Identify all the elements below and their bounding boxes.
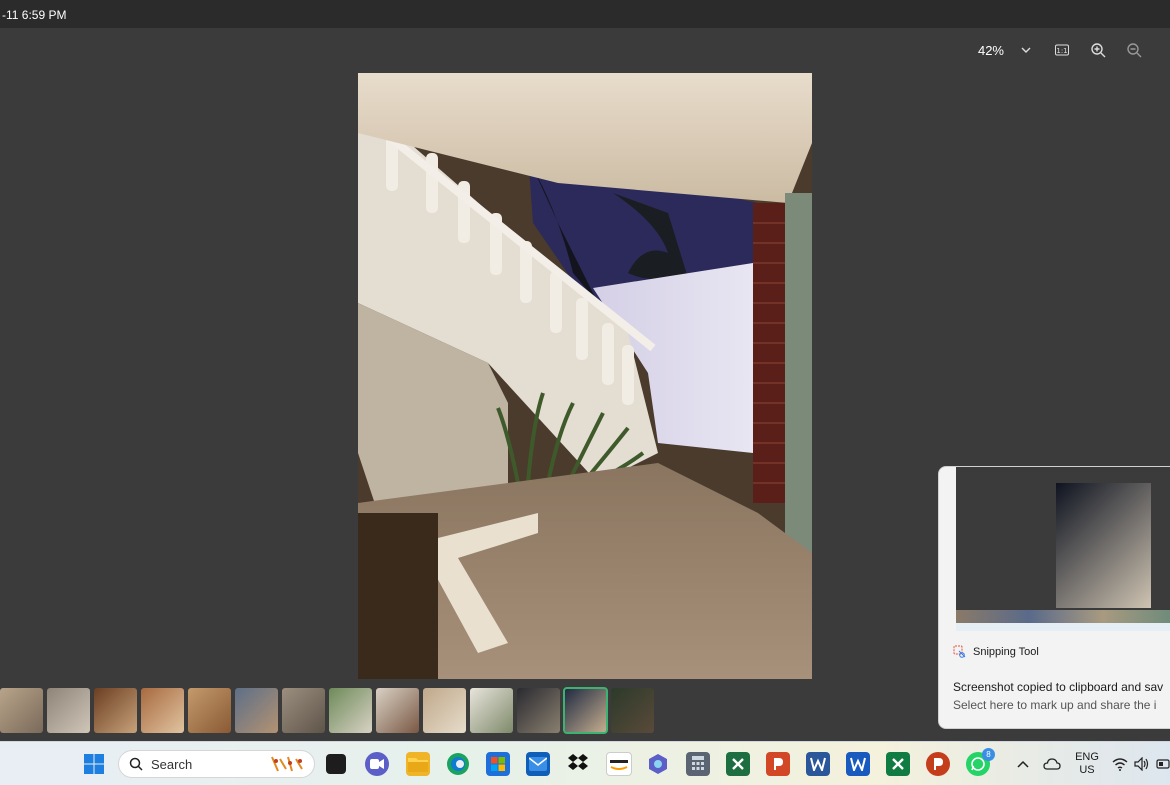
amazon-icon	[610, 760, 628, 770]
main-photo[interactable]	[358, 73, 812, 679]
word-button-2[interactable]	[846, 752, 870, 776]
chevron-up-icon[interactable]	[1016, 758, 1030, 770]
dropbox-button[interactable]	[566, 752, 590, 776]
windows-icon	[84, 754, 104, 774]
chevron-down-icon	[1021, 47, 1031, 53]
notification-app: Snipping Tool	[953, 645, 1039, 659]
zoom-dropdown-button[interactable]	[1012, 36, 1040, 64]
filmstrip-thumb[interactable]	[376, 688, 419, 733]
filmstrip-thumb[interactable]	[517, 688, 560, 733]
amazon-button[interactable]	[606, 752, 632, 776]
screenshot-preview	[956, 467, 1170, 631]
copilot-icon	[649, 754, 667, 774]
whatsapp-unread-badge: 8	[982, 748, 995, 761]
language-region: US	[1079, 764, 1095, 776]
excel-icon	[732, 758, 744, 770]
start-button[interactable]	[82, 752, 106, 776]
filmstrip-thumb[interactable]	[329, 688, 372, 733]
store-icon	[491, 757, 505, 771]
snipping-tool-icon	[953, 645, 966, 658]
zoom-in-button[interactable]	[1084, 36, 1112, 64]
camera-icon	[370, 759, 384, 769]
task-view-button[interactable]	[326, 754, 346, 774]
search-highlight-icon	[271, 756, 303, 772]
word-icon	[850, 757, 866, 771]
word-button[interactable]	[806, 752, 830, 776]
filmstrip-thumb[interactable]	[141, 688, 184, 733]
svg-text:1:1: 1:1	[1056, 47, 1067, 55]
excel-button-2[interactable]	[886, 752, 910, 776]
more-toolbar-button[interactable]	[1156, 36, 1170, 64]
filmstrip-thumb[interactable]	[423, 688, 466, 733]
wifi-icon[interactable]	[1112, 757, 1128, 771]
snipping-tool-notification[interactable]: Snipping Tool Screenshot copied to clipb…	[938, 466, 1170, 729]
taskbar-search[interactable]: Search	[118, 750, 315, 778]
notification-subtext: Select here to mark up and share the i	[953, 698, 1157, 712]
meet-app-button[interactable]	[365, 752, 389, 776]
mail-button[interactable]	[526, 752, 550, 776]
zoom-out-icon	[1127, 43, 1142, 58]
word-icon	[810, 757, 826, 771]
one-to-one-icon: 1:1	[1055, 44, 1069, 56]
photo-staircase-image	[358, 73, 812, 679]
battery-icon[interactable]	[1156, 758, 1170, 770]
notification-message: Screenshot copied to clipboard and sav	[953, 680, 1164, 694]
mail-icon	[529, 757, 547, 771]
search-icon	[129, 757, 143, 771]
filmstrip-thumb-active[interactable]	[563, 687, 608, 734]
zoom-level[interactable]: 42%	[978, 43, 1004, 58]
calculator-icon	[692, 756, 704, 770]
store-button[interactable]	[486, 752, 510, 776]
filmstrip-thumb[interactable]	[235, 688, 278, 733]
zoom-toolbar: 42% 1:1	[978, 36, 1170, 64]
language-code: ENG	[1075, 751, 1099, 763]
excel-icon	[892, 758, 904, 770]
calculator-button[interactable]	[686, 752, 710, 776]
file-explorer-button[interactable]	[406, 752, 430, 776]
zoom-out-button[interactable]	[1120, 36, 1148, 64]
dropbox-icon	[568, 754, 588, 770]
filmstrip-thumb[interactable]	[47, 688, 90, 733]
folder-icon	[408, 758, 428, 772]
search-placeholder: Search	[151, 756, 193, 772]
filmstrip-thumb[interactable]	[282, 688, 325, 733]
excel-button[interactable]	[726, 752, 750, 776]
language-indicator[interactable]: ENG US	[1072, 751, 1102, 777]
powerpoint-icon	[774, 758, 783, 770]
filmstrip-thumb[interactable]	[188, 688, 231, 733]
edge-browser-button[interactable]	[446, 752, 470, 776]
filmstrip-thumb[interactable]	[0, 688, 43, 733]
filmstrip-thumb[interactable]	[611, 688, 654, 733]
powerpoint-icon	[934, 758, 943, 770]
taskbar: Search ENG US	[0, 741, 1170, 785]
window-title: -11 6:59 PM	[2, 8, 67, 22]
volume-icon[interactable]	[1134, 757, 1150, 771]
notification-app-name: Snipping Tool	[973, 646, 1039, 658]
filmstrip	[0, 687, 654, 734]
powerpoint-button[interactable]	[926, 752, 950, 776]
copilot-button[interactable]	[646, 752, 670, 776]
filmstrip-thumb[interactable]	[470, 688, 513, 733]
edge-icon	[447, 753, 469, 775]
powerpoint-pdf-button[interactable]	[766, 752, 790, 776]
filmstrip-thumb[interactable]	[94, 688, 137, 733]
title-bar: -11 6:59 PM	[0, 0, 1170, 28]
actual-size-button[interactable]: 1:1	[1048, 36, 1076, 64]
onedrive-cloud-icon[interactable]	[1043, 757, 1061, 771]
zoom-in-icon	[1091, 43, 1106, 58]
